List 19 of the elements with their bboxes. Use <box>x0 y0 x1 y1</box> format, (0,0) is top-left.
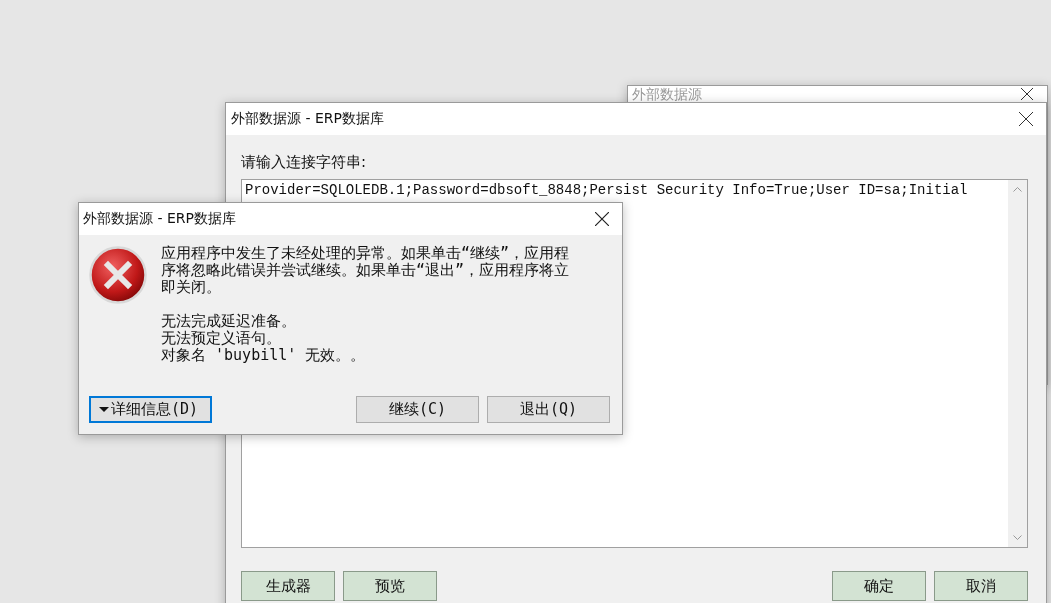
close-icon <box>1021 88 1033 100</box>
window-title: 外部数据源 - ERP数据库 <box>231 110 384 128</box>
dialog-button[interactable]: 取消 <box>934 571 1028 601</box>
dialog-button[interactable]: 确定 <box>832 571 926 601</box>
scroll-up-icon <box>1013 186 1022 192</box>
close-icon <box>1019 112 1033 126</box>
window-title: 外部数据源 <box>632 86 702 102</box>
scroll-down-icon <box>1013 535 1022 541</box>
error-icon <box>89 246 147 304</box>
dialog-button[interactable]: 生成器 <box>241 571 335 601</box>
close-icon <box>595 212 609 226</box>
caret-icon <box>99 407 109 412</box>
dialog-button[interactable]: 预览 <box>343 571 437 601</box>
prompt-label: 请输入连接字符串: <box>241 153 368 173</box>
dialog-title: 外部数据源 - ERP数据库 <box>83 210 236 228</box>
details-button[interactable]: 详细信息(D) <box>89 396 212 423</box>
dialog-button[interactable]: 退出(Q) <box>487 396 610 423</box>
dialog-button[interactable]: 继续(C) <box>356 396 479 423</box>
scrollbar[interactable] <box>1008 180 1027 547</box>
